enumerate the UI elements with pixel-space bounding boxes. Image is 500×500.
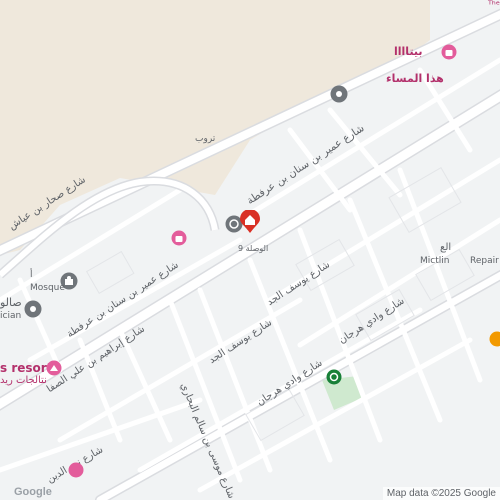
- poi-label-right-arabic: الع: [440, 242, 452, 253]
- map-attribution[interactable]: Map data ©2025 Google: [382, 487, 500, 500]
- poi-label-top-corner: ᵀʰᵉ: [487, 0, 500, 11]
- poi-label-hatha-al-masa[interactable]: هذا المساء: [386, 72, 444, 85]
- poi-label-mictlin: Mictlin: [420, 256, 450, 266]
- map-canvas[interactable]: شارع صحار بن عياش شارع عمير بن سنان بن ع…: [0, 0, 500, 500]
- poi-label-mosque[interactable]: Mosque: [30, 283, 65, 293]
- poi-label-left-arabic: صالو: [0, 296, 22, 309]
- poi-label-small: تروب: [195, 134, 216, 144]
- poi-label-mosque-arabic: أ: [30, 270, 33, 280]
- poi-label-bayta[interactable]: بيتاااا: [394, 45, 423, 58]
- poi-label-repair: Repair re: [470, 256, 500, 266]
- poi-label-resorts-arabic: نتالجات ريد: [0, 375, 47, 386]
- poi-label-ician: ician: [0, 311, 22, 321]
- google-logo: Google: [14, 486, 52, 498]
- poi-label-selected: الوصلة 9: [238, 244, 269, 253]
